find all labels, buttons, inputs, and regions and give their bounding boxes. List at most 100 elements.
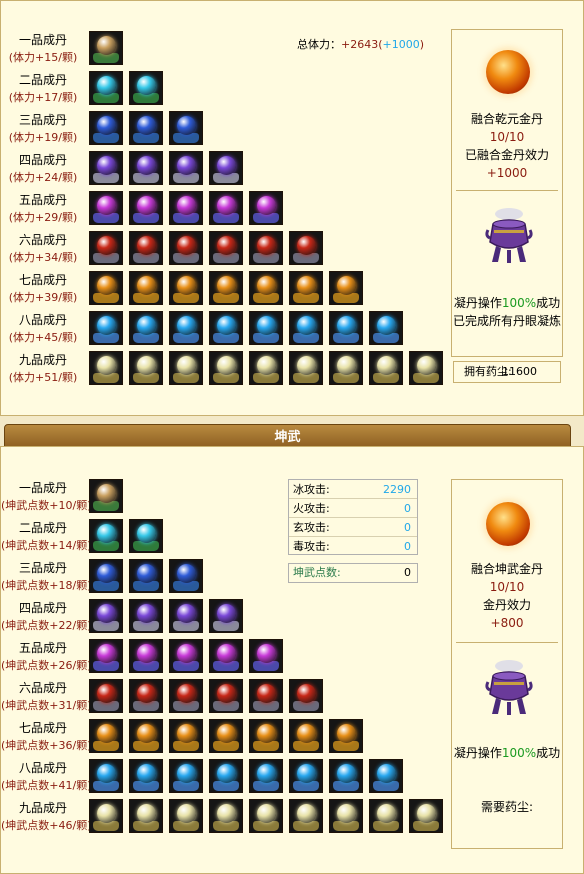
pill-slot-icon[interactable] bbox=[209, 759, 243, 793]
pill-slot-icon[interactable] bbox=[129, 311, 163, 345]
pill-slot-icon[interactable] bbox=[169, 719, 203, 753]
pill-slot-icon[interactable] bbox=[129, 271, 163, 305]
pill-slot-icon[interactable] bbox=[289, 799, 323, 833]
pill-slot-icon[interactable] bbox=[89, 111, 123, 145]
pill-slot-icon[interactable] bbox=[89, 271, 123, 305]
pill-slot-icon[interactable] bbox=[409, 351, 443, 385]
pill-slot-icon[interactable] bbox=[209, 351, 243, 385]
pill-slot-icon[interactable] bbox=[329, 799, 363, 833]
pill-slot-icon[interactable] bbox=[129, 759, 163, 793]
vitality-panel: 一品成丹 (体力+15/颗) 二品成丹 (体力+17/颗) 三品成丹 (体力+19/颗) 四… bbox=[0, 0, 584, 416]
pill-slot-icon[interactable] bbox=[209, 151, 243, 185]
pill-slot-icon[interactable] bbox=[169, 231, 203, 265]
pill-slot-icon[interactable] bbox=[89, 31, 123, 65]
pill-slot-icon[interactable] bbox=[249, 759, 283, 793]
pill-slot-icon[interactable] bbox=[129, 559, 163, 593]
pill-slot-icon[interactable] bbox=[289, 351, 323, 385]
pill-slot-icon[interactable] bbox=[129, 639, 163, 673]
pill-slot-icon[interactable] bbox=[169, 759, 203, 793]
pill-slot-icon[interactable] bbox=[209, 679, 243, 713]
pill-slot-icon[interactable] bbox=[289, 719, 323, 753]
pill-slot-icon[interactable] bbox=[169, 311, 203, 345]
pill-slot-icon[interactable] bbox=[209, 231, 243, 265]
pill-slot-icon[interactable] bbox=[89, 679, 123, 713]
pill-slot-icon[interactable] bbox=[329, 311, 363, 345]
pill-slot-icon[interactable] bbox=[209, 799, 243, 833]
pill-slot-icon[interactable] bbox=[209, 191, 243, 225]
pill-slot-icon[interactable] bbox=[249, 679, 283, 713]
pill-slot-icon[interactable] bbox=[89, 639, 123, 673]
pill-slot-icon[interactable] bbox=[249, 351, 283, 385]
pill-slot-icon[interactable] bbox=[169, 639, 203, 673]
pill-slot-icon[interactable] bbox=[169, 599, 203, 633]
pill-slot-icon[interactable] bbox=[89, 559, 123, 593]
pill-slot-icon[interactable] bbox=[169, 151, 203, 185]
pill-slot-icon[interactable] bbox=[289, 759, 323, 793]
poison-attack-row: 毒攻击: 0 bbox=[289, 537, 417, 556]
pill-slot-icon[interactable] bbox=[249, 799, 283, 833]
pill-slot-icon[interactable] bbox=[289, 311, 323, 345]
pill-slot-icon[interactable] bbox=[289, 231, 323, 265]
golden-elixir-icon[interactable] bbox=[486, 50, 530, 94]
pill-slot-icon[interactable] bbox=[209, 639, 243, 673]
pill-slot-icon[interactable] bbox=[129, 71, 163, 105]
pill-slot-icon[interactable] bbox=[169, 559, 203, 593]
pill-slot-icon[interactable] bbox=[249, 271, 283, 305]
pill-slot-icon[interactable] bbox=[209, 311, 243, 345]
pill-slot-icon[interactable] bbox=[129, 719, 163, 753]
pill-slot-icon[interactable] bbox=[129, 151, 163, 185]
pill-slot-icon[interactable] bbox=[209, 271, 243, 305]
pill-slot-icon[interactable] bbox=[89, 151, 123, 185]
pill-slot-icon[interactable] bbox=[89, 759, 123, 793]
pill-slot-icon[interactable] bbox=[249, 231, 283, 265]
pill-slot-icon[interactable] bbox=[249, 311, 283, 345]
pill-slot-icon[interactable] bbox=[329, 271, 363, 305]
pill-slot-icon[interactable] bbox=[89, 191, 123, 225]
pill-slot-icon[interactable] bbox=[249, 191, 283, 225]
pill-slot-icon[interactable] bbox=[169, 191, 203, 225]
pill-row-label: 五品成丹 (坤武点数+26/颗) bbox=[1, 639, 92, 675]
pill-slot-icon[interactable] bbox=[129, 599, 163, 633]
pill-slot-icon[interactable] bbox=[289, 271, 323, 305]
pill-slot-icon[interactable] bbox=[329, 351, 363, 385]
pill-slot-icon[interactable] bbox=[129, 351, 163, 385]
pill-slot-icon[interactable] bbox=[289, 679, 323, 713]
pill-slot-icon[interactable] bbox=[409, 799, 443, 833]
pill-slot-icon[interactable] bbox=[369, 759, 403, 793]
pill-grade-name: 二品成丹 bbox=[18, 521, 67, 535]
pill-slot-icon[interactable] bbox=[169, 271, 203, 305]
pill-slot-icon[interactable] bbox=[89, 519, 123, 553]
alchemy-cauldron-icon[interactable] bbox=[484, 206, 534, 266]
pill-slot-icon[interactable] bbox=[89, 351, 123, 385]
pill-slot-icon[interactable] bbox=[129, 111, 163, 145]
pill-slot-icon[interactable] bbox=[89, 231, 123, 265]
pill-slot-icon[interactable] bbox=[129, 231, 163, 265]
pill-slot-icon[interactable] bbox=[169, 799, 203, 833]
pill-slot-icon[interactable] bbox=[249, 639, 283, 673]
pill-slot-icon[interactable] bbox=[209, 599, 243, 633]
pill-slot-icon[interactable] bbox=[89, 799, 123, 833]
pill-slot-icon[interactable] bbox=[369, 311, 403, 345]
pill-slot-icon[interactable] bbox=[369, 799, 403, 833]
pill-slot-icon[interactable] bbox=[129, 519, 163, 553]
pill-slot-icon[interactable] bbox=[249, 719, 283, 753]
pill-slot-icon[interactable] bbox=[129, 191, 163, 225]
pill-slot-icon[interactable] bbox=[89, 599, 123, 633]
pill-slot-icon[interactable] bbox=[129, 679, 163, 713]
pill-slot-icon[interactable] bbox=[169, 679, 203, 713]
pill-slot-icon[interactable] bbox=[329, 759, 363, 793]
pill-grade-name: 七品成丹 bbox=[18, 273, 67, 287]
pill-slot-icon[interactable] bbox=[169, 111, 203, 145]
pill-slot-icon[interactable] bbox=[89, 311, 123, 345]
pill-grade-bonus: (坤武点数+26/颗) bbox=[1, 659, 92, 672]
pill-slot-icon[interactable] bbox=[89, 479, 123, 513]
pill-slot-icon[interactable] bbox=[129, 799, 163, 833]
pill-slot-icon[interactable] bbox=[89, 719, 123, 753]
pill-slot-icon[interactable] bbox=[329, 719, 363, 753]
pill-slot-icon[interactable] bbox=[169, 351, 203, 385]
alchemy-cauldron-icon[interactable] bbox=[484, 658, 534, 718]
pill-slot-icon[interactable] bbox=[369, 351, 403, 385]
pill-slot-icon[interactable] bbox=[89, 71, 123, 105]
pill-slot-icon[interactable] bbox=[209, 719, 243, 753]
golden-elixir-icon[interactable] bbox=[486, 502, 530, 546]
